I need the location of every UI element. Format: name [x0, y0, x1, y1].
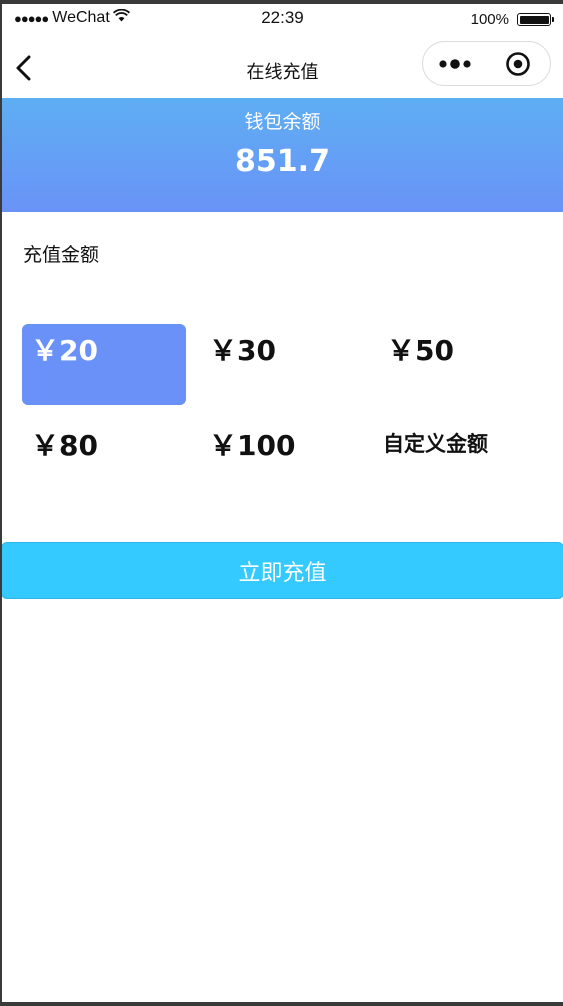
- amount-option-label: ￥30: [209, 334, 276, 367]
- mini-program-capsule: [422, 41, 551, 86]
- amount-option-50[interactable]: ￥50: [378, 324, 542, 405]
- amount-option-80[interactable]: ￥80: [22, 419, 186, 500]
- phone-screen: ●●●●● WeChat 22:39 100% 在线充值 钱包余额 851.7 …: [2, 4, 563, 1002]
- navigation-bar: 在线充值: [2, 34, 563, 98]
- recharge-amount-label: 充值金额: [23, 244, 100, 266]
- status-bar: ●●●●● WeChat 22:39 100%: [2, 4, 563, 34]
- wallet-balance-banner: 钱包余额 851.7: [2, 98, 563, 212]
- amount-option-label: ￥80: [31, 429, 98, 462]
- battery-icon: [517, 13, 554, 26]
- close-button[interactable]: [487, 42, 551, 85]
- battery-percent: 100%: [470, 11, 509, 28]
- more-button[interactable]: [423, 42, 487, 85]
- more-dots-icon: [439, 58, 471, 69]
- amount-option-30[interactable]: ￥30: [200, 324, 364, 405]
- target-close-icon: [506, 51, 531, 76]
- amount-option-100[interactable]: ￥100: [200, 419, 364, 500]
- amount-option-label: ￥50: [387, 334, 454, 367]
- amount-option-label: ￥20: [31, 334, 98, 367]
- status-right: 100%: [470, 11, 554, 28]
- amount-option-custom[interactable]: 自定义金额: [378, 419, 542, 500]
- amount-option-label: ￥100: [209, 429, 296, 462]
- balance-label: 钱包余额: [244, 111, 321, 133]
- battery-fill: [519, 15, 549, 24]
- amount-option-label: 自定义金额: [383, 432, 488, 456]
- amount-options: ￥20 ￥30 ￥50 ￥80 ￥100 自定义金额: [22, 324, 562, 514]
- balance-value: 851.7: [235, 144, 330, 179]
- recharge-now-button[interactable]: 立即充值: [2, 542, 563, 599]
- amount-option-20[interactable]: ￥20: [22, 324, 186, 405]
